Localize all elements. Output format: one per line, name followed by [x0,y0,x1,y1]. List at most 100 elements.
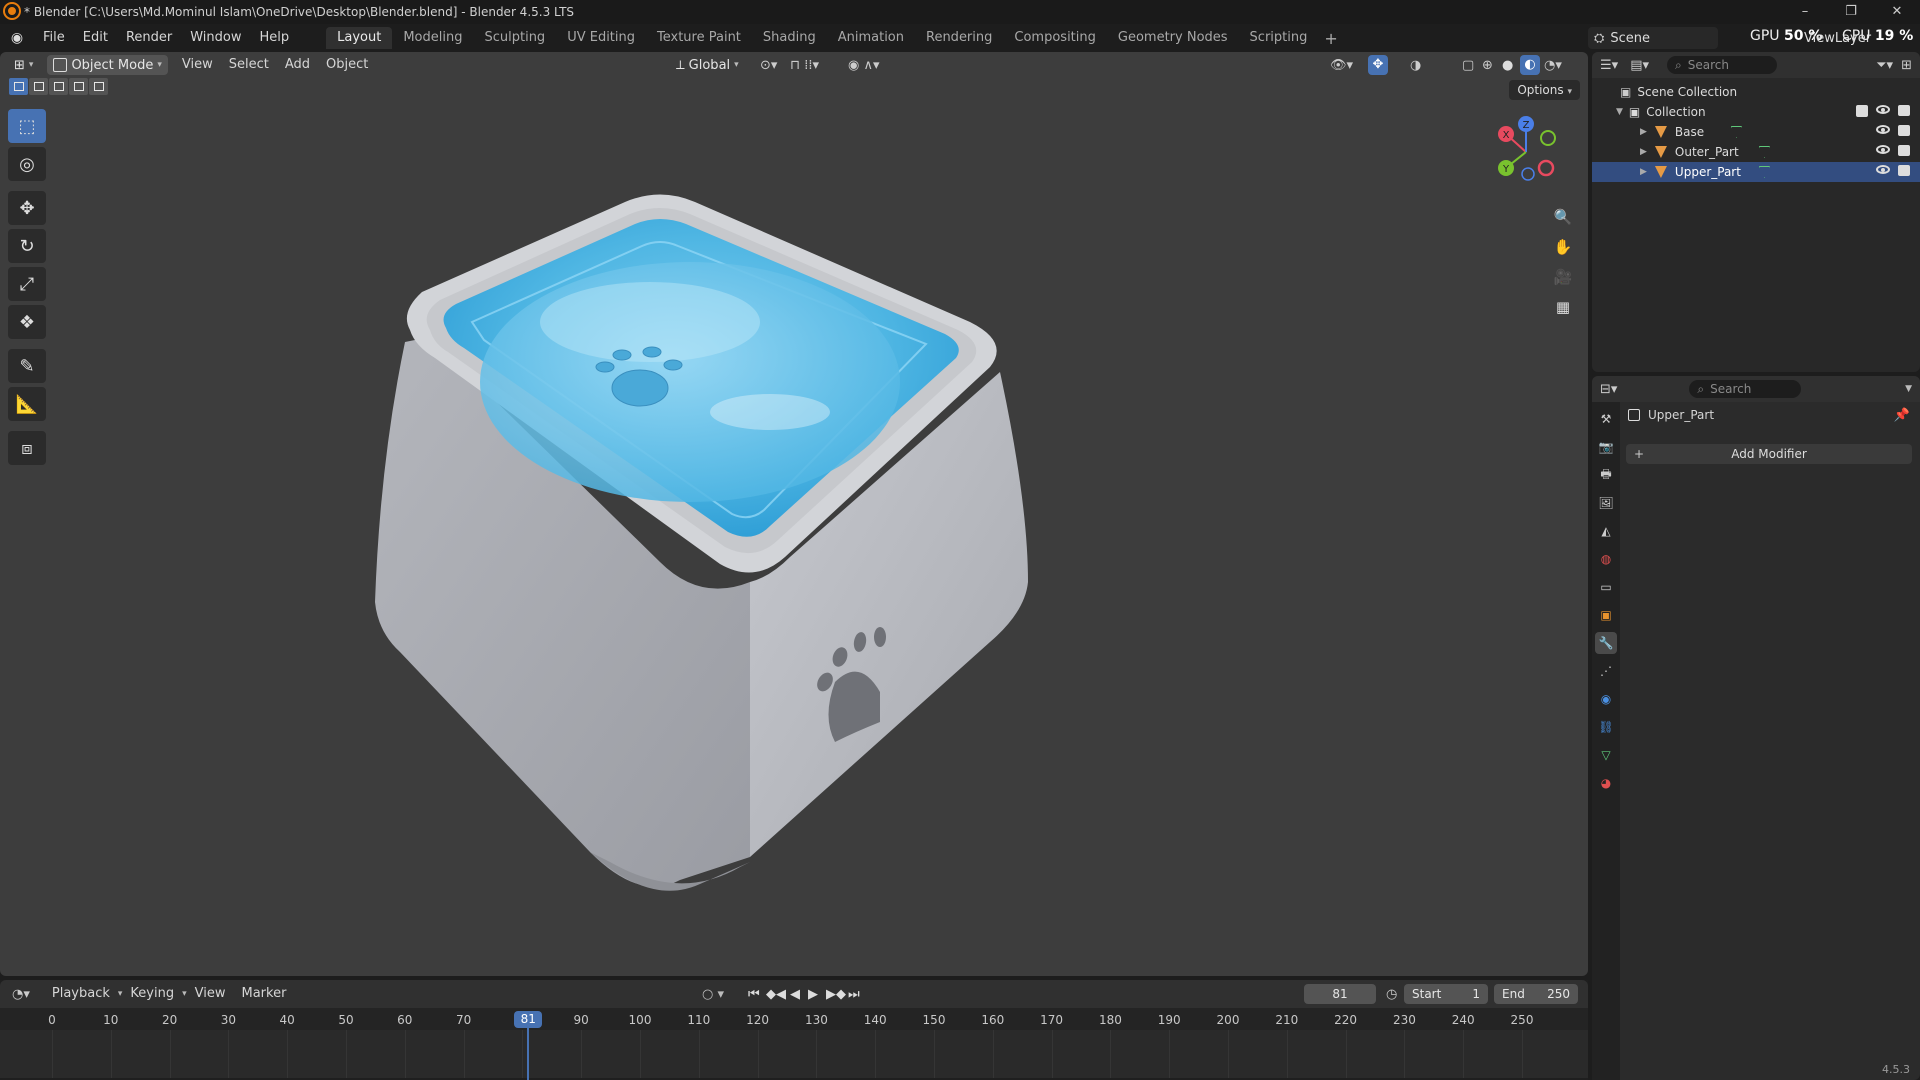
timeline-editor-icon[interactable]: ◔▾ [12,987,30,1002]
menu-file[interactable]: File [34,24,74,52]
tab-layout[interactable]: Layout [326,27,393,49]
orientation-dropdown[interactable]: ⟂ Global ▾ [670,55,745,75]
outliner-item-base[interactable]: ▶ Base [1592,122,1920,142]
data-tab-icon[interactable]: ▽ [1595,744,1617,766]
add-workspace-icon[interactable]: + [1318,29,1343,48]
properties-search-input[interactable]: ⌕ Search [1689,380,1802,398]
add-cube-icon[interactable]: ⧈ [8,431,46,465]
scene-tab-icon[interactable]: ◭ [1595,520,1617,542]
play-icon[interactable]: ▶ [808,987,818,1002]
editor-type-dropdown[interactable]: ⊞ ▾ [8,55,39,75]
tab-shading[interactable]: Shading [752,27,827,49]
current-frame-field[interactable]: 81 [1304,984,1376,1004]
constraints-tab-icon[interactable]: ⛓ [1595,716,1617,738]
output-tab-icon[interactable]: 🖶 [1595,464,1617,486]
tab-animation[interactable]: Animation [827,27,915,49]
filter-icon[interactable]: ⏷▾ [1876,58,1893,73]
perspective-grid-icon[interactable]: ▦ [1550,294,1576,320]
end-frame-field[interactable]: End 250 [1494,984,1578,1004]
rotate-icon[interactable]: ↻ [8,229,46,263]
visibility-eye-icon[interactable] [1876,105,1890,114]
pivot-icon[interactable]: ⊙▾ [760,58,777,73]
cursor-icon[interactable]: ◎ [8,147,46,181]
shading-material-icon[interactable]: ◐ [1520,55,1540,75]
tab-modeling[interactable]: Modeling [392,27,473,49]
tab-geometry-nodes[interactable]: Geometry Nodes [1107,27,1239,49]
properties-editor-icon[interactable]: ⊟▾ [1600,382,1617,397]
outliner-item-upper-part[interactable]: ▶ Upper_Part [1592,162,1920,182]
menu-view[interactable]: View [187,982,234,1006]
visibility-eye-icon[interactable] [1876,145,1890,154]
visibility-icon[interactable]: 👁▾ [1330,58,1353,73]
options-dropdown[interactable]: Options ▾ [1509,80,1580,100]
select-intersect-icon[interactable] [89,78,108,95]
shading-rendered-icon[interactable]: ◔▾ [1544,58,1562,73]
expand-chevron-icon[interactable]: ▶ [1640,147,1647,157]
tool-tab-icon[interactable]: ⚒ [1595,408,1617,430]
xray-toggle-icon[interactable]: ▢ [1462,58,1474,73]
outliner-search-input[interactable]: ⌕ Search [1667,56,1777,74]
zoom-icon[interactable]: 🔍 [1550,204,1576,230]
auto-keying-icon[interactable]: ○ ▾ [702,987,724,1002]
tab-texture-paint[interactable]: Texture Paint [646,27,752,49]
collection-tab-icon[interactable]: ▭ [1595,576,1617,598]
blender-menu-icon[interactable]: ◉ [0,30,34,46]
material-tab-icon[interactable]: ◕ [1595,772,1617,794]
select-new-icon[interactable] [9,78,28,95]
modifier-tab-icon[interactable]: 🔧 [1595,632,1617,654]
jump-keyframe-forward-icon[interactable]: ▶◆ [826,987,846,1002]
outliner-editor-icon[interactable]: ☰▾ [1600,58,1618,73]
object-tab-icon[interactable]: ▣ [1595,604,1617,626]
visibility-eye-icon[interactable] [1876,125,1890,134]
select-extend-icon[interactable] [29,78,48,95]
tab-rendering[interactable]: Rendering [915,27,1003,49]
timeline-editor[interactable]: ◔▾ Playback ▾ Keying ▾ View Marker ○ ▾ ⏮ ◆… [0,980,1588,1080]
new-collection-icon[interactable]: ⊞ [1901,58,1912,73]
display-mode-icon[interactable]: ▤▾ [1630,58,1649,73]
expand-chevron-icon[interactable]: ▼ [1616,107,1623,117]
snap-icon[interactable]: ⊓ ⁞⁞▾ [790,58,819,73]
shading-solid-icon[interactable]: ● [1502,58,1513,73]
outliner-item-outer-part[interactable]: ▶ Outer_Part [1592,142,1920,162]
shading-wireframe-icon[interactable]: ⊕ [1482,58,1493,73]
menu-keying[interactable]: Keying [122,982,182,1006]
expand-chevron-icon[interactable]: ▶ [1640,127,1647,137]
options-chevron-icon[interactable]: ▼ [1905,384,1912,394]
render-tab-icon[interactable]: 📷 [1595,436,1617,458]
start-frame-field[interactable]: Start 1 [1404,984,1488,1004]
render-camera-icon[interactable] [1898,145,1910,156]
menu-object[interactable]: Object [318,53,376,77]
maximize-button[interactable]: ❐ [1828,0,1874,24]
particles-tab-icon[interactable]: ⋰ [1595,660,1617,682]
playhead[interactable] [527,1028,530,1080]
timeline-tracks[interactable] [0,1030,1588,1078]
jump-keyframe-back-icon[interactable]: ◆◀ [766,987,786,1002]
minimize-button[interactable]: – [1782,0,1828,24]
menu-select[interactable]: Select [221,53,277,77]
transform-icon[interactable]: ❖ [8,305,46,339]
exclude-checkbox[interactable] [1856,105,1868,117]
select-box-icon[interactable]: ⬚ [8,109,46,143]
jump-end-icon[interactable]: ⏭ [848,987,860,1002]
annotate-icon[interactable]: ✎ [8,349,46,383]
gizmo-toggle-icon[interactable]: ✥ [1368,55,1388,75]
collection-row[interactable]: ▼ ▣ Collection [1592,102,1920,122]
pin-icon[interactable]: 📌 [1894,408,1910,423]
camera-view-icon[interactable]: 🎥 [1550,264,1576,290]
view-layer-tab-icon[interactable]: 🖼 [1595,492,1617,514]
menu-help[interactable]: Help [251,24,299,52]
menu-window[interactable]: Window [181,24,250,52]
jump-start-icon[interactable]: ⏮ [748,987,760,1002]
expand-chevron-icon[interactable]: ▶ [1640,167,1647,177]
scale-icon[interactable]: ⤢ [8,267,46,301]
menu-add[interactable]: Add [277,53,318,77]
menu-playback[interactable]: Playback [44,982,118,1006]
add-modifier-button[interactable]: + Add Modifier [1626,444,1912,464]
tab-scripting[interactable]: Scripting [1239,27,1319,49]
close-button[interactable]: ✕ [1874,0,1920,24]
current-frame-indicator[interactable]: 81 [514,1011,543,1028]
render-camera-icon[interactable] [1898,165,1910,176]
overlay-toggle-icon[interactable]: ◑ [1410,58,1421,73]
tab-sculpting[interactable]: Sculpting [473,27,556,49]
measure-icon[interactable]: 📐 [8,387,46,421]
